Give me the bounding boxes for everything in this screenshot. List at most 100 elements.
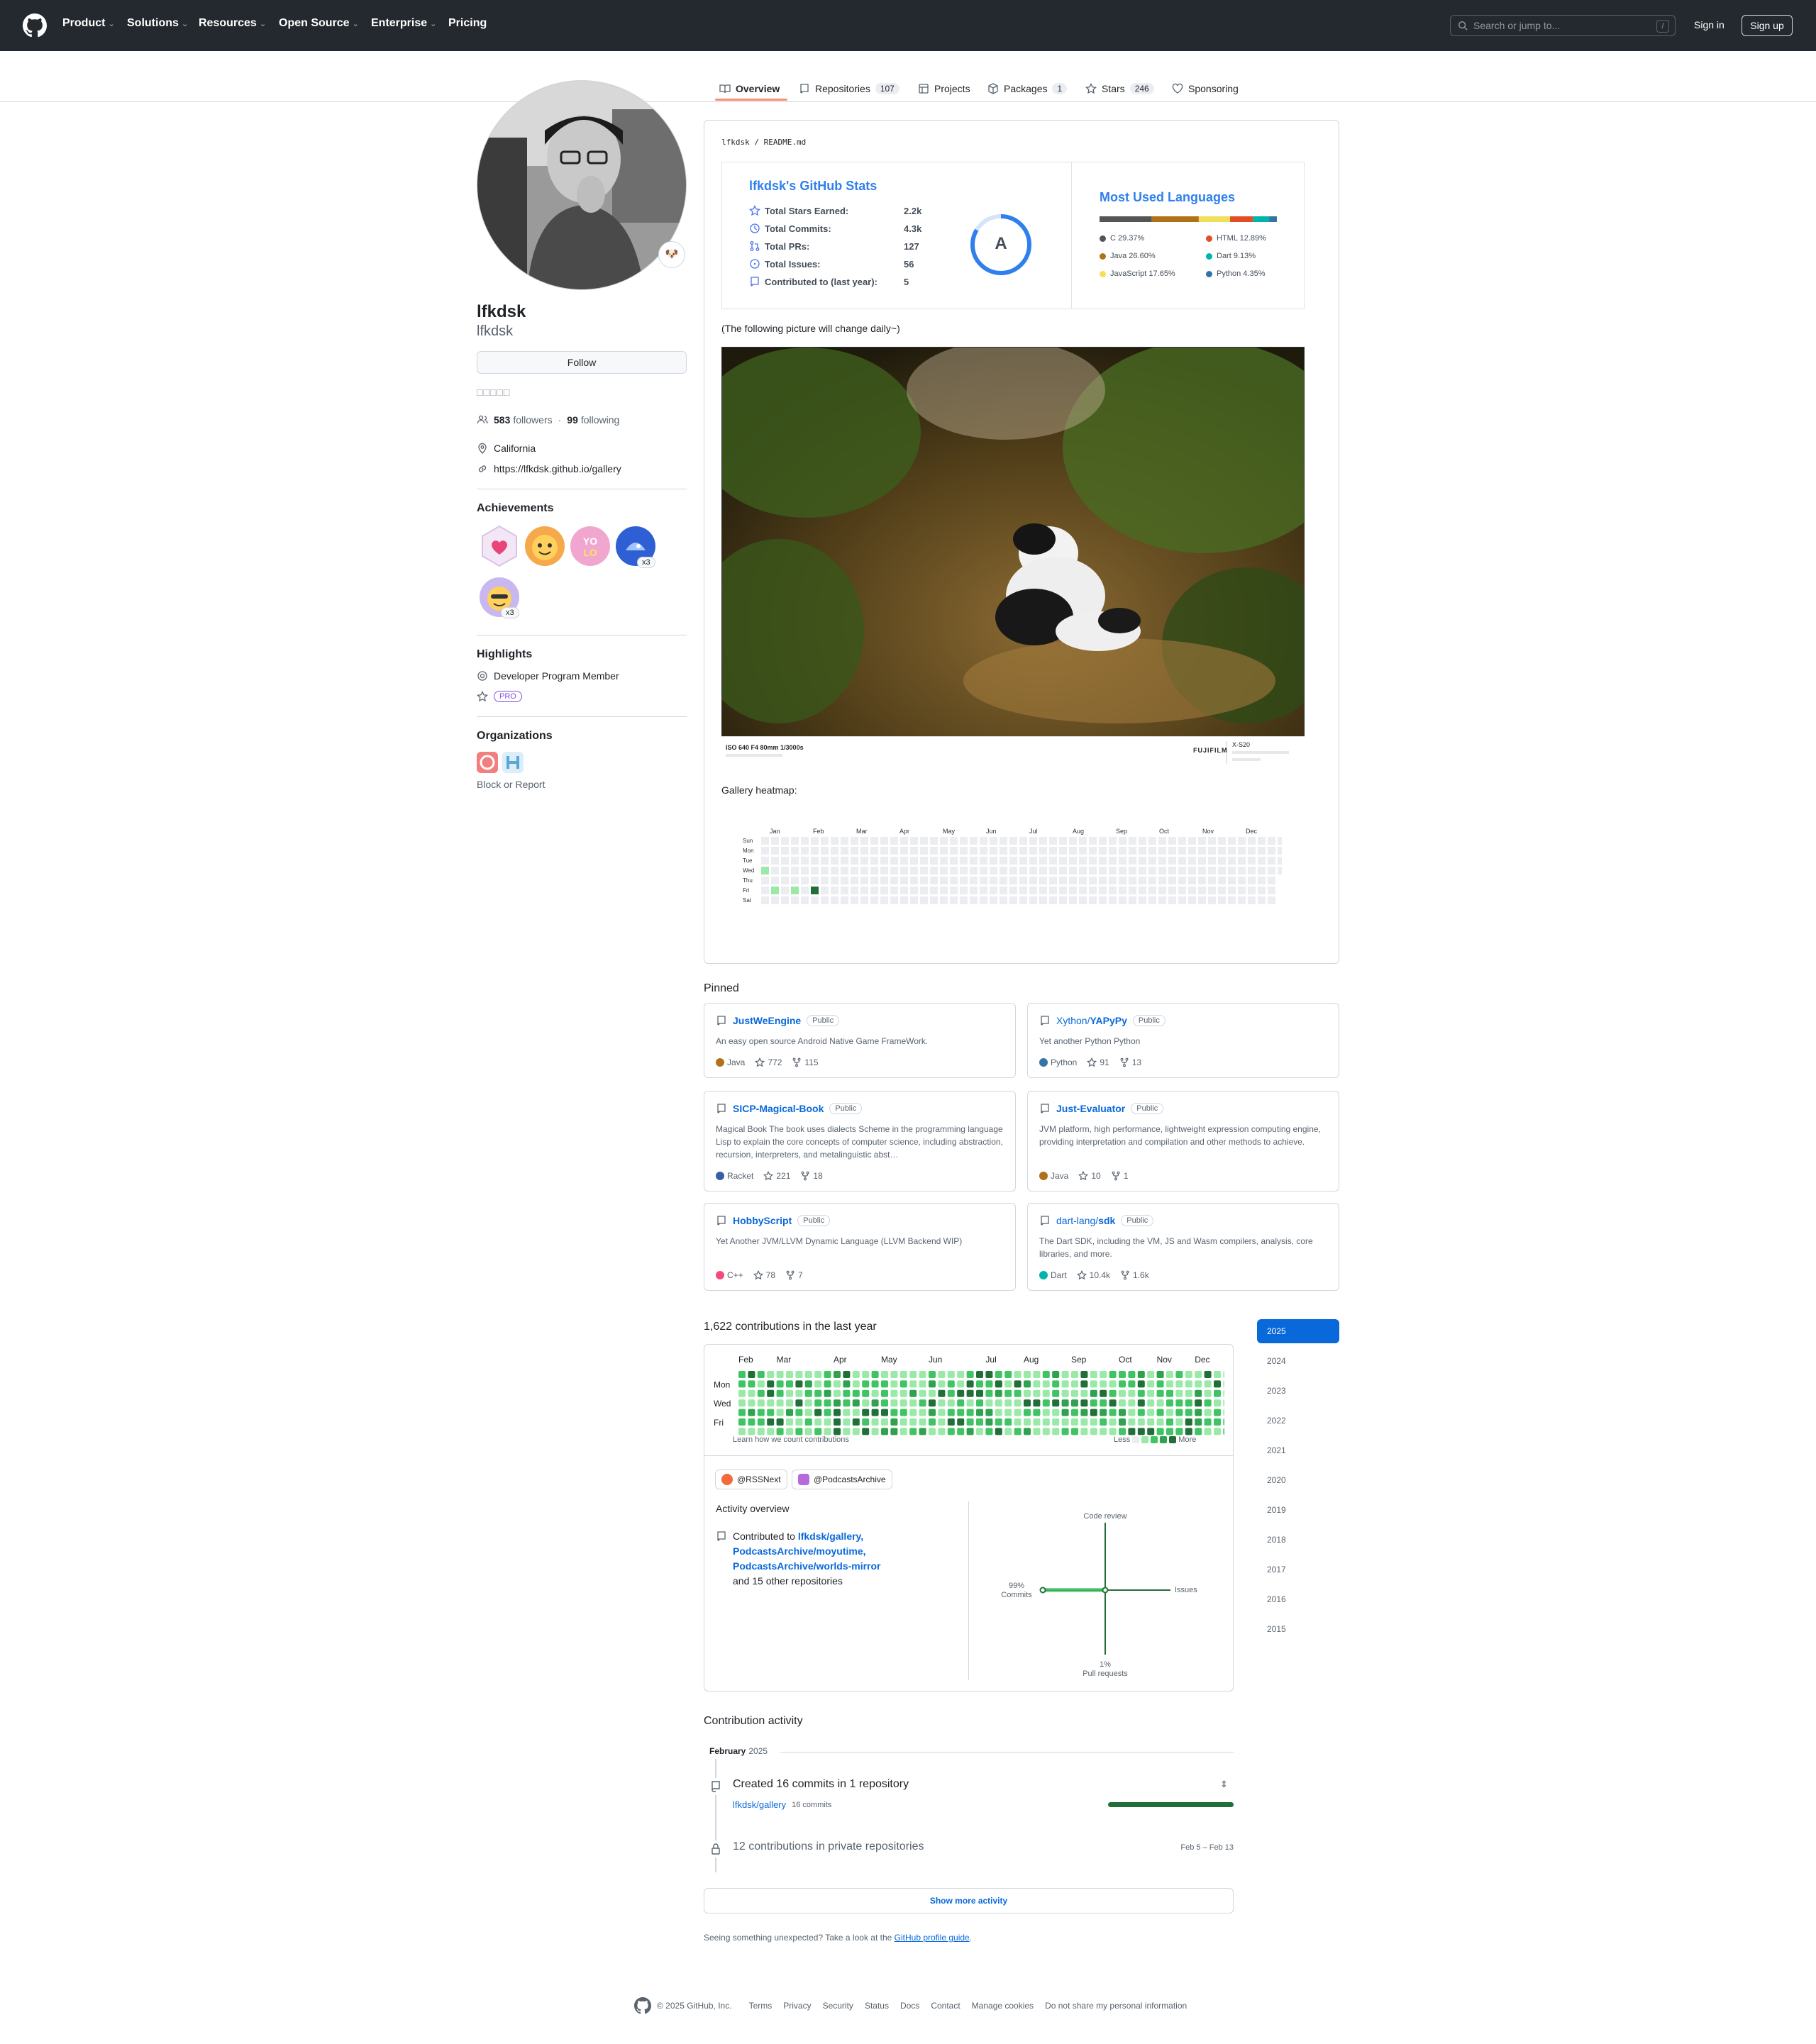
contribution-cell[interactable] bbox=[1147, 1409, 1155, 1416]
contribution-cell[interactable] bbox=[1214, 1380, 1221, 1388]
footer-do-not-share[interactable]: Do not share my personal information bbox=[1045, 2001, 1187, 2011]
contribution-cell[interactable] bbox=[767, 1371, 775, 1378]
contribution-cell[interactable] bbox=[1080, 1389, 1088, 1397]
contribution-cell[interactable] bbox=[786, 1428, 793, 1435]
contribution-cell[interactable] bbox=[890, 1418, 898, 1426]
contribution-cell[interactable] bbox=[1004, 1409, 1012, 1416]
contribution-cell[interactable] bbox=[909, 1428, 917, 1435]
contribution-cell[interactable] bbox=[1137, 1389, 1145, 1397]
contribution-cell[interactable] bbox=[899, 1380, 907, 1388]
contribution-cell[interactable] bbox=[852, 1418, 860, 1426]
contribution-cell[interactable] bbox=[995, 1399, 1002, 1407]
contribution-cell[interactable] bbox=[776, 1418, 784, 1426]
year-2021[interactable]: 2021 bbox=[1257, 1438, 1339, 1462]
contribution-cell[interactable] bbox=[1223, 1371, 1224, 1378]
contribution-cell[interactable] bbox=[767, 1380, 775, 1388]
follow-button[interactable]: Follow bbox=[477, 351, 687, 374]
contribution-cell[interactable] bbox=[1061, 1371, 1069, 1378]
contribution-cell[interactable] bbox=[1195, 1428, 1202, 1435]
contribution-cell[interactable] bbox=[881, 1399, 888, 1407]
contribution-cell[interactable] bbox=[976, 1418, 983, 1426]
contribution-cell[interactable] bbox=[1223, 1418, 1224, 1426]
contribution-cell[interactable] bbox=[776, 1409, 784, 1416]
contribution-cell[interactable] bbox=[985, 1428, 993, 1435]
tab-stars[interactable]: Stars 246 bbox=[1085, 78, 1154, 99]
repo-stars[interactable]: 10 bbox=[1078, 1171, 1101, 1181]
repo-commit-count[interactable]: 16 commits bbox=[792, 1801, 831, 1809]
contribution-cell[interactable] bbox=[976, 1389, 983, 1397]
contribution-cell[interactable] bbox=[1004, 1389, 1012, 1397]
contribution-cell[interactable] bbox=[767, 1418, 775, 1426]
contribution-cell[interactable] bbox=[957, 1399, 965, 1407]
contribution-cell[interactable] bbox=[1090, 1409, 1097, 1416]
contribution-cell[interactable] bbox=[804, 1428, 812, 1435]
contribution-cell[interactable] bbox=[890, 1389, 898, 1397]
contribution-cell[interactable] bbox=[862, 1380, 870, 1388]
contribution-cell[interactable] bbox=[985, 1409, 993, 1416]
contribution-cell[interactable] bbox=[1147, 1399, 1155, 1407]
contribution-cell[interactable] bbox=[1223, 1389, 1224, 1397]
contribution-cell[interactable] bbox=[804, 1380, 812, 1388]
footer-security[interactable]: Security bbox=[823, 2001, 853, 2011]
contribution-cell[interactable] bbox=[947, 1380, 955, 1388]
contribution-cell[interactable] bbox=[1033, 1389, 1041, 1397]
contribution-cell[interactable] bbox=[1175, 1409, 1183, 1416]
contribution-cell[interactable] bbox=[1024, 1389, 1031, 1397]
contribution-cell[interactable] bbox=[1109, 1389, 1117, 1397]
contribution-cell[interactable] bbox=[1080, 1418, 1088, 1426]
contribution-cell[interactable] bbox=[834, 1371, 841, 1378]
contribution-cell[interactable] bbox=[1119, 1380, 1126, 1388]
contribution-cell[interactable] bbox=[899, 1399, 907, 1407]
contribution-cell[interactable] bbox=[843, 1371, 851, 1378]
contribution-cell[interactable] bbox=[862, 1399, 870, 1407]
contribution-cell[interactable] bbox=[1156, 1399, 1164, 1407]
contribution-cell[interactable] bbox=[738, 1428, 746, 1435]
contribution-cell[interactable] bbox=[786, 1409, 793, 1416]
contribution-cell[interactable] bbox=[1052, 1418, 1060, 1426]
contribution-cell[interactable] bbox=[966, 1380, 974, 1388]
contribution-cell[interactable] bbox=[1204, 1389, 1212, 1397]
contribution-cell[interactable] bbox=[834, 1399, 841, 1407]
contribution-cell[interactable] bbox=[748, 1371, 755, 1378]
contribution-cell[interactable] bbox=[938, 1409, 946, 1416]
contribution-cell[interactable] bbox=[890, 1409, 898, 1416]
profile-guide-link[interactable]: GitHub profile guide bbox=[895, 1933, 970, 1943]
org-filter-rssnext[interactable]: @RSSNext bbox=[715, 1470, 787, 1489]
followers-link[interactable]: 583 followers bbox=[494, 414, 553, 426]
sign-up-button[interactable]: Sign up bbox=[1742, 15, 1793, 36]
contribution-cell[interactable] bbox=[1071, 1389, 1078, 1397]
contribution-cell[interactable] bbox=[1024, 1409, 1031, 1416]
year-2017[interactable]: 2017 bbox=[1257, 1557, 1339, 1582]
contribution-cell[interactable] bbox=[862, 1418, 870, 1426]
contribution-cell[interactable] bbox=[843, 1380, 851, 1388]
contribution-cell[interactable] bbox=[1166, 1389, 1173, 1397]
contribution-cell[interactable] bbox=[852, 1409, 860, 1416]
repo-forks[interactable]: 7 bbox=[785, 1270, 803, 1280]
contribution-cell[interactable] bbox=[985, 1418, 993, 1426]
contribution-cell[interactable] bbox=[1204, 1418, 1212, 1426]
contribution-cell[interactable] bbox=[1119, 1399, 1126, 1407]
contribution-cell[interactable] bbox=[824, 1389, 831, 1397]
contribution-cell[interactable] bbox=[757, 1428, 765, 1435]
block-or-report-link[interactable]: Block or Report bbox=[477, 779, 545, 790]
contribution-cell[interactable] bbox=[1014, 1399, 1022, 1407]
contribution-cell[interactable] bbox=[748, 1409, 755, 1416]
contribution-cell[interactable] bbox=[966, 1371, 974, 1378]
contribution-cell[interactable] bbox=[1024, 1380, 1031, 1388]
collapse-icon[interactable]: ⇕ bbox=[1220, 1779, 1228, 1790]
contribution-cell[interactable] bbox=[966, 1428, 974, 1435]
contribution-cell[interactable] bbox=[776, 1371, 784, 1378]
contribution-cell[interactable] bbox=[1071, 1371, 1078, 1378]
contribution-cell[interactable] bbox=[1166, 1380, 1173, 1388]
contribution-cell[interactable] bbox=[1185, 1418, 1192, 1426]
contribution-cell[interactable] bbox=[1024, 1428, 1031, 1435]
nav-open-source[interactable]: Open Source ⌄ bbox=[279, 17, 359, 30]
repo-forks[interactable]: 115 bbox=[792, 1057, 819, 1067]
contribution-cell[interactable] bbox=[738, 1409, 746, 1416]
contribution-cell[interactable] bbox=[1042, 1428, 1050, 1435]
contribution-cell[interactable] bbox=[1100, 1418, 1107, 1426]
contribution-cell[interactable] bbox=[947, 1418, 955, 1426]
repo-forks[interactable]: 1.6k bbox=[1120, 1270, 1149, 1280]
contribution-cell[interactable] bbox=[862, 1389, 870, 1397]
contribution-cell[interactable] bbox=[1109, 1380, 1117, 1388]
